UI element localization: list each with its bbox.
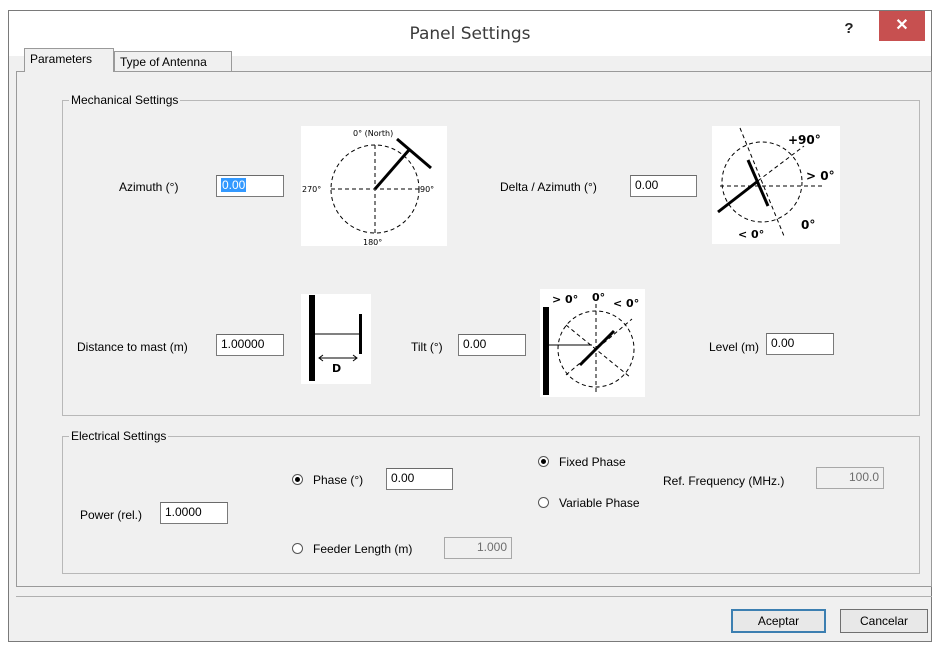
ref-frequency-label: Ref. Frequency (MHz.) (663, 474, 785, 488)
delta-azimuth-diagram: +90° > 0° 0° < 0° (712, 126, 840, 244)
azimuth-south-label: 180° (363, 238, 382, 246)
footer-separator (16, 596, 932, 597)
delta-lt0-label: < 0° (738, 228, 764, 241)
cancelar-button[interactable]: Cancelar (840, 609, 928, 633)
tab-type-of-antenna[interactable]: Type of Antenna (114, 51, 232, 71)
feeder-length-label: Feeder Length (m) (313, 542, 413, 556)
variable-phase-label: Variable Phase (559, 496, 640, 510)
tilt-lt0-label: < 0° (613, 297, 639, 310)
tilt-zero-label: 0° (592, 291, 605, 304)
delta-zero-label: 0° (801, 218, 815, 232)
mechanical-settings-legend: Mechanical Settings (69, 93, 181, 107)
azimuth-label: Azimuth (°) (119, 180, 179, 194)
distance-diagram-graphic: D (309, 295, 362, 381)
tilt-field[interactable]: 0.00 (458, 334, 526, 356)
phase-label: Phase (°) (313, 473, 364, 487)
azimuth-east-label: 90° (420, 185, 434, 194)
fixed-phase-label: Fixed Phase (559, 455, 626, 469)
level-label: Level (m) (709, 340, 760, 354)
fixed-phase-radio[interactable] (538, 456, 549, 467)
close-button[interactable]: ✕ (879, 11, 925, 41)
aceptar-button[interactable]: Aceptar (731, 609, 826, 633)
azimuth-north-label: 0° (North) (353, 129, 393, 138)
window-title: Panel Settings (409, 24, 531, 44)
variable-phase-radio[interactable] (538, 497, 549, 508)
feeder-length-radio[interactable] (292, 543, 303, 554)
distance-to-mast-field[interactable]: 1.00000 (216, 334, 284, 356)
power-field[interactable]: 1.0000 (160, 502, 228, 524)
phase-radio[interactable] (292, 474, 303, 485)
feeder-length-field[interactable]: 1.000 (444, 537, 512, 559)
delta-azimuth-label: Delta / Azimuth (°) (500, 180, 597, 194)
distance-d-label: D (332, 362, 341, 375)
level-field[interactable]: 0.00 (766, 333, 834, 355)
tilt-diagram-graphic: > 0° 0° < 0° (543, 291, 639, 395)
azimuth-west-label: 270° (302, 185, 321, 194)
help-button[interactable]: ? (835, 17, 863, 41)
delta-azimuth-field[interactable]: 0.00 (630, 175, 697, 197)
azimuth-field[interactable]: 0.00 (216, 175, 284, 197)
power-label: Power (rel.) (80, 508, 143, 522)
tilt-gt0-label: > 0° (552, 293, 578, 306)
tab-parameters[interactable]: Parameters (24, 48, 114, 72)
delta-plus90-label: +90° (788, 133, 821, 147)
distance-diagram: D (301, 294, 371, 384)
azimuth-diagram: 0° (North) 90° 180° 270° (301, 126, 447, 247)
tilt-label: Tilt (°) (411, 340, 443, 354)
tilt-diagram: > 0° 0° < 0° (540, 289, 645, 397)
title-bar: Panel Settings ? ✕ (9, 11, 931, 56)
azimuth-diagram-graphic: 0° (North) 90° 180° 270° (302, 129, 434, 247)
ref-frequency-field[interactable]: 100.0 (816, 467, 884, 489)
distance-to-mast-label: Distance to mast (m) (77, 340, 188, 354)
delta-azimuth-diagram-graphic: +90° > 0° 0° < 0° (717, 127, 835, 241)
electrical-settings-legend: Electrical Settings (69, 429, 169, 443)
phase-field[interactable]: 0.00 (386, 468, 453, 490)
delta-gt0-label: > 0° (806, 169, 835, 183)
